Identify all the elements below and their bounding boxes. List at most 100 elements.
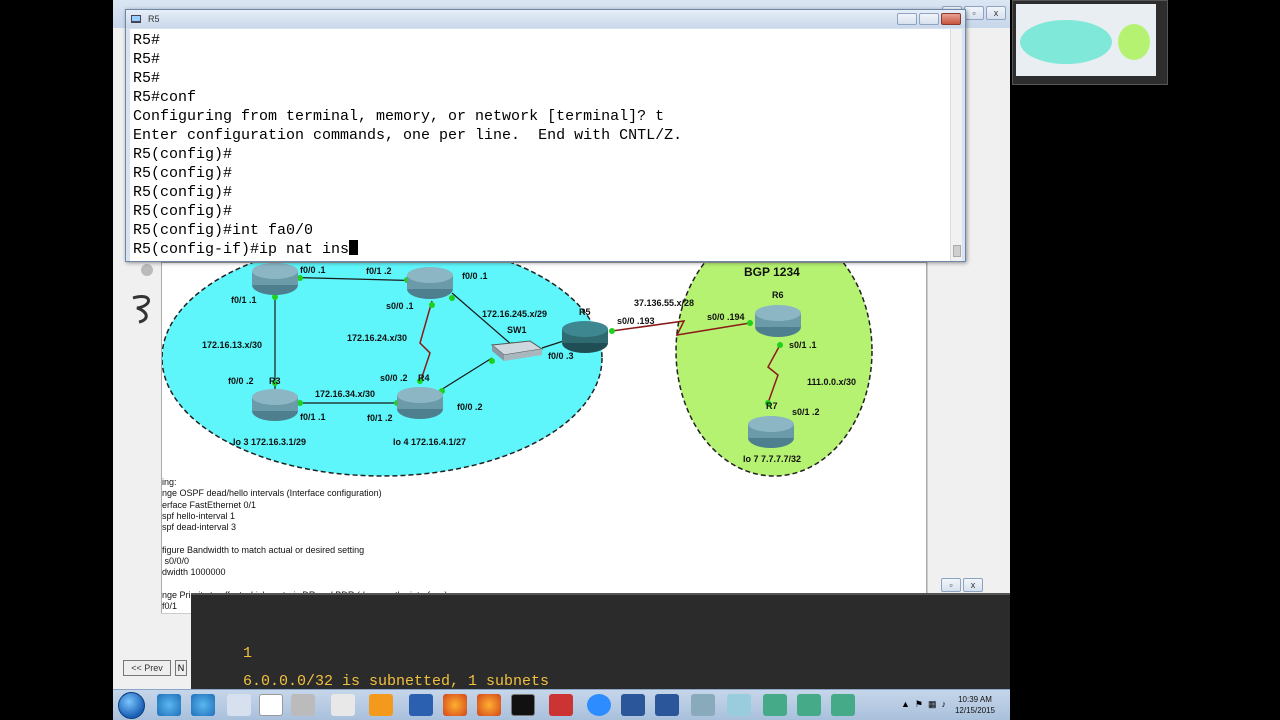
terminal-app-icon[interactable] (763, 694, 787, 716)
word-icon-2[interactable] (655, 694, 679, 716)
terminal-titlebar[interactable]: R5 (126, 10, 965, 28)
terminal-output[interactable]: R5# R5# R5# R5#conf Configuring from termina… (130, 29, 955, 261)
pencil-icon[interactable] (369, 694, 393, 716)
flag-icon[interactable]: ⚑ (915, 699, 923, 710)
taskbar: ▲ ⚑ ▦ ♪ 10:39 AM 12/15/2015 (113, 689, 1010, 720)
label-r3: R3 (269, 376, 281, 386)
window-icon[interactable] (727, 694, 751, 716)
terminal-close-button[interactable] (941, 13, 961, 25)
terminal-input-line[interactable]: R5(config-if)#ip nat ins (133, 240, 955, 259)
notepad-icon[interactable] (259, 694, 283, 716)
note-line: s0/0/0 (162, 556, 190, 567)
note-line (162, 533, 522, 544)
start-button[interactable] (118, 692, 145, 719)
terminal-maximize-button[interactable] (919, 13, 939, 25)
maximize-button[interactable]: ▫ (964, 6, 984, 20)
note-line: spf dead-interval 3 (162, 522, 237, 533)
terminal-minimize-button[interactable] (897, 13, 917, 25)
label-r2-f00: f0/0 .1 (462, 271, 488, 281)
label-r4: R4 (418, 373, 430, 383)
note-line: nge OSPF dead/hello intervals (Interface… (162, 488, 382, 499)
label-r2-s00: s0/0 .1 (386, 301, 414, 311)
terminal-app-icon-3[interactable] (831, 694, 855, 716)
firefox-icon[interactable] (443, 694, 467, 716)
close-button[interactable]: x (986, 6, 1006, 20)
topology-canvas[interactable]: BGP 1234 f0/0 .1 f0/1 .2 f0/0 .1 s0/0 .1… (161, 262, 927, 627)
router-r7[interactable] (748, 416, 794, 448)
system-tray: ▲ ⚑ ▦ ♪ (901, 699, 946, 710)
note-line (162, 579, 522, 590)
terminal-window[interactable]: R5 R5# R5# R5# R5#conf Configuring from term… (125, 9, 966, 262)
note-line: erface FastEthernet 0/1 (162, 499, 257, 510)
label-r6-s00: s0/0 .194 (707, 312, 745, 322)
zoom-icon[interactable] (587, 694, 611, 716)
canvas-vertical-scrollbar[interactable] (927, 262, 939, 627)
network-tray-icon[interactable]: ▦ (928, 699, 937, 710)
bgp-label: BGP 1234 (744, 265, 800, 279)
terminal-line: R5# (133, 32, 161, 49)
router-r4[interactable] (397, 387, 443, 419)
network-icon[interactable] (227, 694, 251, 716)
next-button[interactable]: N (175, 660, 187, 676)
tool-panel (123, 262, 161, 352)
word-icon[interactable] (621, 694, 645, 716)
tool-icons (132, 264, 153, 324)
terminal-lines: R5# R5# R5# R5#conf Configuring from termina… (133, 31, 955, 240)
router-r3[interactable] (252, 389, 298, 421)
terminal-scrollbar[interactable] (950, 29, 962, 261)
console2-max-button[interactable]: ▫ (941, 578, 961, 592)
terminal-line: Configuring from terminal, memory, or ne… (133, 108, 665, 125)
camera-icon[interactable] (511, 694, 535, 716)
terminal-line: R5(config)# (133, 146, 233, 163)
router-r6[interactable] (755, 305, 801, 337)
firefox-icon-2[interactable] (477, 694, 501, 716)
ospf-area (162, 263, 603, 477)
terminal-line: R5(config)# (133, 184, 233, 201)
label-r6: R6 (772, 290, 784, 300)
network-app-icon[interactable] (691, 694, 715, 716)
terminal-app-icon-2[interactable] (797, 694, 821, 716)
terminal-title: R5 (148, 14, 160, 24)
console2-close-button[interactable]: x (963, 578, 983, 592)
tray-arrow-icon[interactable]: ▲ (901, 699, 910, 710)
terminal-window-controls (897, 13, 961, 25)
media-icon[interactable] (331, 694, 355, 716)
note-line: dwidth 1000000 (162, 567, 226, 578)
terminal-line: Enter configuration commands, one per li… (133, 127, 683, 144)
label-r4-f00: f0/0 .2 (457, 402, 483, 412)
folder-icon[interactable] (291, 694, 315, 716)
text-cursor (349, 240, 359, 255)
note-line: spf hello-interval 1 (162, 510, 236, 521)
desktop-screen: – ▫ x (113, 0, 1010, 720)
clock[interactable]: 10:39 AM 12/15/2015 (952, 694, 998, 716)
label-r1-f00: f0/0 .1 (300, 265, 326, 275)
label-r4-s00: s0/0 .2 (380, 373, 408, 383)
app-icon[interactable] (409, 694, 433, 716)
ie-icon-2[interactable] (191, 694, 215, 716)
volume-icon[interactable]: ♪ (942, 699, 947, 710)
label-r7-s01: s0/1 .2 (792, 407, 820, 417)
label-r5-f00: f0/0 .3 (548, 351, 574, 361)
router-r5[interactable] (562, 321, 608, 353)
terminal-icon (131, 15, 141, 23)
terminal-line: R5(config)#int fa0/0 (133, 222, 314, 239)
terminal-line: R5(config)# (133, 203, 233, 220)
powerpoint-icon[interactable] (549, 694, 573, 716)
label-r7: R7 (766, 401, 778, 411)
tool-icon[interactable] (141, 264, 153, 276)
label-r1-f01: f0/1 .1 (231, 295, 257, 305)
label-r4-f01: f0/1 .2 (367, 413, 393, 423)
label-r3-lo: lo 3 172.16.3.1/29 (233, 437, 306, 447)
ie-icon[interactable] (157, 694, 181, 716)
router-r1[interactable] (252, 263, 298, 295)
thumbnail-svg (1020, 20, 1150, 64)
label-r6-r7-net: 111.0.0.x/30 (807, 377, 856, 387)
link-tool-icon[interactable] (132, 295, 150, 324)
terminal-line: R5#conf (133, 89, 197, 106)
terminal-scroll-thumb[interactable] (953, 245, 961, 257)
thumbnail-window[interactable] (1012, 0, 1168, 85)
right-black-area (1010, 0, 1280, 720)
router-r2[interactable] (407, 267, 453, 299)
prev-button[interactable]: << Prev (123, 660, 171, 676)
label-r5: R5 (579, 307, 591, 317)
